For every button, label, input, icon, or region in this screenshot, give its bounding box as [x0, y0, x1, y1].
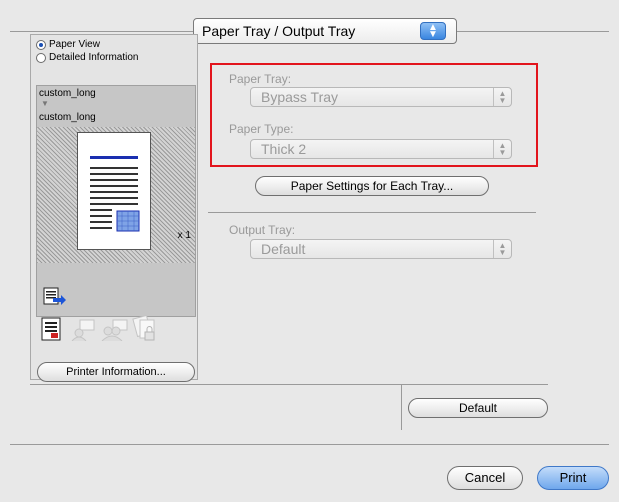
comment-icon	[71, 319, 97, 344]
output-tray-label: Output Tray:	[229, 223, 296, 237]
cancel-button[interactable]: Cancel	[447, 466, 523, 490]
default-button-separator	[401, 384, 402, 430]
paper-preview: custom_long ▼ custom_long x 1	[36, 85, 196, 317]
paper-type-stepper-icon: ▲ ▼	[493, 140, 511, 158]
output-tray-value: Default	[261, 241, 306, 257]
media-size-input: custom_long	[39, 88, 96, 99]
default-button[interactable]: Default	[408, 398, 548, 418]
copies-count: x 1	[177, 230, 191, 241]
output-divider	[208, 212, 536, 213]
paper-tray-value: Bypass Tray	[261, 89, 339, 105]
radio-paper-view-label: Paper View	[49, 39, 100, 50]
users-comment-icon	[101, 319, 129, 344]
paper-tray-popup[interactable]: Bypass Tray ▲ ▼	[250, 87, 512, 107]
top-divider-left	[10, 31, 193, 32]
paper-tray-label: Paper Tray:	[229, 72, 292, 86]
dialog-divider	[10, 444, 609, 445]
preview-panel: Paper View Detailed Information custom_l…	[30, 34, 198, 380]
document-icon	[41, 317, 61, 344]
paper-type-label: Paper Type:	[229, 122, 294, 136]
pane-selector-label: Paper Tray / Output Tray	[202, 23, 356, 39]
printer-information-button[interactable]: Printer Information...	[37, 362, 195, 382]
paper-type-value: Thick 2	[261, 141, 307, 157]
radio-paper-view[interactable]: Paper View	[36, 39, 100, 50]
pane-selector-popup[interactable]: Paper Tray / Output Tray ▲ ▼	[193, 18, 457, 44]
media-size-output: custom_long	[39, 112, 96, 123]
output-tray-stepper-icon: ▲ ▼	[493, 240, 511, 258]
arrow-down-icon: ▼	[41, 99, 49, 108]
output-tray-icon	[43, 287, 67, 310]
output-tray-popup[interactable]: Default ▲ ▼	[250, 239, 512, 259]
secure-print-icon	[131, 314, 157, 346]
paper-settings-each-tray-button[interactable]: Paper Settings for Each Tray...	[255, 176, 489, 196]
print-button[interactable]: Print	[537, 466, 609, 490]
page-preview-icon	[77, 132, 151, 250]
bottom-divider	[30, 384, 548, 385]
radio-detailed-information[interactable]: Detailed Information	[36, 52, 139, 63]
paper-tray-stepper-icon: ▲ ▼	[493, 88, 511, 106]
radio-unselected-icon	[36, 52, 46, 63]
radio-selected-icon	[36, 39, 46, 50]
popup-stepper-icon: ▲ ▼	[420, 22, 446, 40]
paper-type-popup[interactable]: Thick 2 ▲ ▼	[250, 139, 512, 159]
preview-hatch-area	[37, 127, 195, 263]
top-divider-right	[457, 31, 609, 32]
radio-detailed-information-label: Detailed Information	[49, 52, 139, 63]
